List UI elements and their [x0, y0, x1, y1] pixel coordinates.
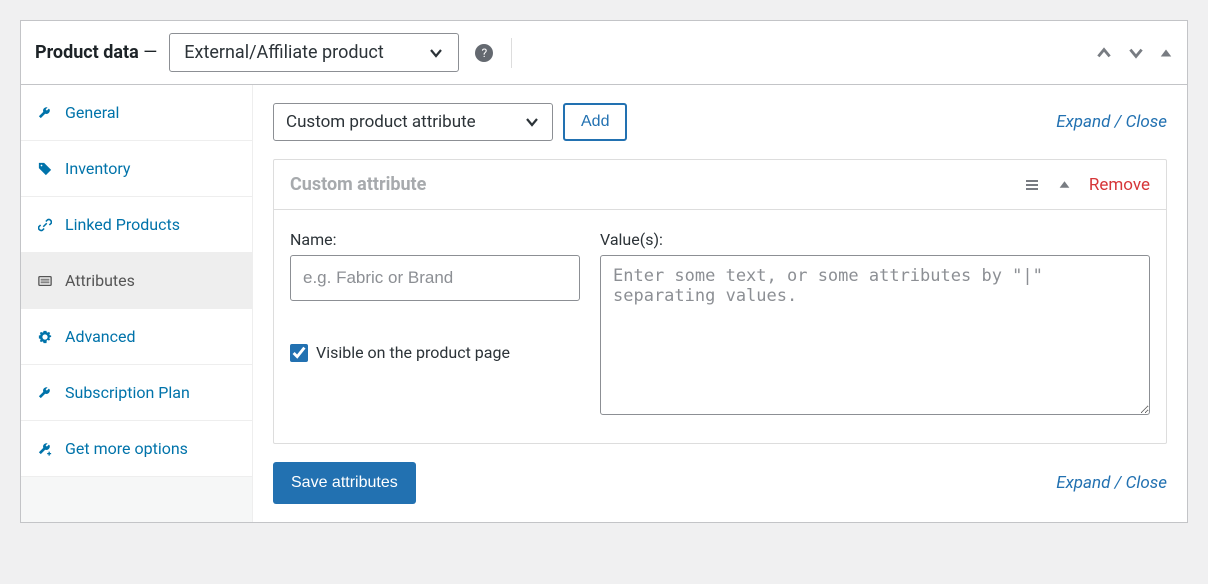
wrench-plus-icon [37, 442, 53, 456]
tab-label: Linked Products [65, 215, 180, 234]
expand-close-links: Expand / Close [1056, 112, 1167, 132]
tab-label: General [65, 103, 119, 122]
tab-label: Inventory [65, 159, 131, 178]
tab-label: Advanced [65, 327, 136, 346]
values-textarea[interactable] [600, 255, 1150, 415]
collapse-icon[interactable] [1058, 178, 1071, 191]
expand-link[interactable]: Expand [1056, 112, 1110, 132]
wrench-icon [37, 386, 53, 400]
tab-get-more-options[interactable]: Get more options [21, 421, 252, 477]
panel-title: Product data — [35, 42, 157, 63]
save-attributes-button[interactable]: Save attributes [273, 462, 416, 504]
tab-label: Get more options [65, 439, 188, 458]
panel-title-dash: — [143, 42, 157, 63]
tab-label: Subscription Plan [65, 383, 190, 402]
help-icon[interactable]: ? [475, 44, 493, 62]
expand-close-links-bottom: Expand / Close [1056, 473, 1167, 493]
visible-checkbox[interactable] [290, 344, 308, 362]
list-icon [37, 274, 53, 288]
tab-content: Custom product attribute Add Expand / Cl… [253, 85, 1187, 522]
attribute-item-body: Name: Visible on the product page Value(… [274, 210, 1166, 443]
wrench-icon [37, 106, 53, 120]
tabs: General Inventory Linked Products Attrib… [21, 85, 253, 522]
tab-label: Attributes [65, 271, 135, 290]
name-label: Name: [290, 230, 580, 249]
attribute-item: Custom attribute Remove Name: [273, 159, 1167, 444]
close-link[interactable]: Close [1126, 112, 1167, 132]
panel-header-controls [1095, 44, 1173, 62]
link-icon [37, 218, 53, 232]
tab-inventory[interactable]: Inventory [21, 141, 252, 197]
panel-header: Product data — External/Affiliate produc… [21, 21, 1187, 85]
tag-icon [37, 162, 53, 176]
panel-body: General Inventory Linked Products Attrib… [21, 85, 1187, 522]
move-up-icon[interactable] [1095, 44, 1113, 62]
product-type-value: External/Affiliate product [184, 42, 383, 63]
gear-icon [37, 330, 53, 344]
product-type-select[interactable]: External/Affiliate product [169, 33, 459, 72]
tab-subscription-plan[interactable]: Subscription Plan [21, 365, 252, 421]
chevron-down-icon [524, 114, 540, 130]
expand-link[interactable]: Expand [1056, 473, 1110, 493]
attribute-toolbar: Custom product attribute Add Expand / Cl… [273, 103, 1167, 141]
attribute-type-select[interactable]: Custom product attribute [273, 103, 553, 141]
tab-advanced[interactable]: Advanced [21, 309, 252, 365]
tab-linked-products[interactable]: Linked Products [21, 197, 252, 253]
content-footer: Save attributes Expand / Close [273, 462, 1167, 504]
separator [511, 38, 512, 68]
move-down-icon[interactable] [1127, 44, 1145, 62]
panel-title-text: Product data [35, 42, 139, 63]
visible-label: Visible on the product page [316, 343, 510, 362]
add-button[interactable]: Add [563, 103, 627, 141]
tab-attributes[interactable]: Attributes [21, 253, 252, 309]
name-input[interactable] [290, 255, 580, 301]
attribute-item-title: Custom attribute [290, 174, 426, 195]
attribute-item-header: Custom attribute Remove [274, 160, 1166, 210]
chevron-down-icon [428, 45, 444, 61]
attribute-type-value: Custom product attribute [286, 112, 476, 132]
drag-handle-icon[interactable] [1024, 177, 1040, 193]
remove-link[interactable]: Remove [1089, 175, 1150, 195]
product-data-panel: Product data — External/Affiliate produc… [20, 20, 1188, 523]
collapse-icon[interactable] [1159, 46, 1173, 60]
values-label: Value(s): [600, 230, 1150, 249]
tab-general[interactable]: General [21, 85, 252, 141]
close-link[interactable]: Close [1126, 473, 1167, 493]
